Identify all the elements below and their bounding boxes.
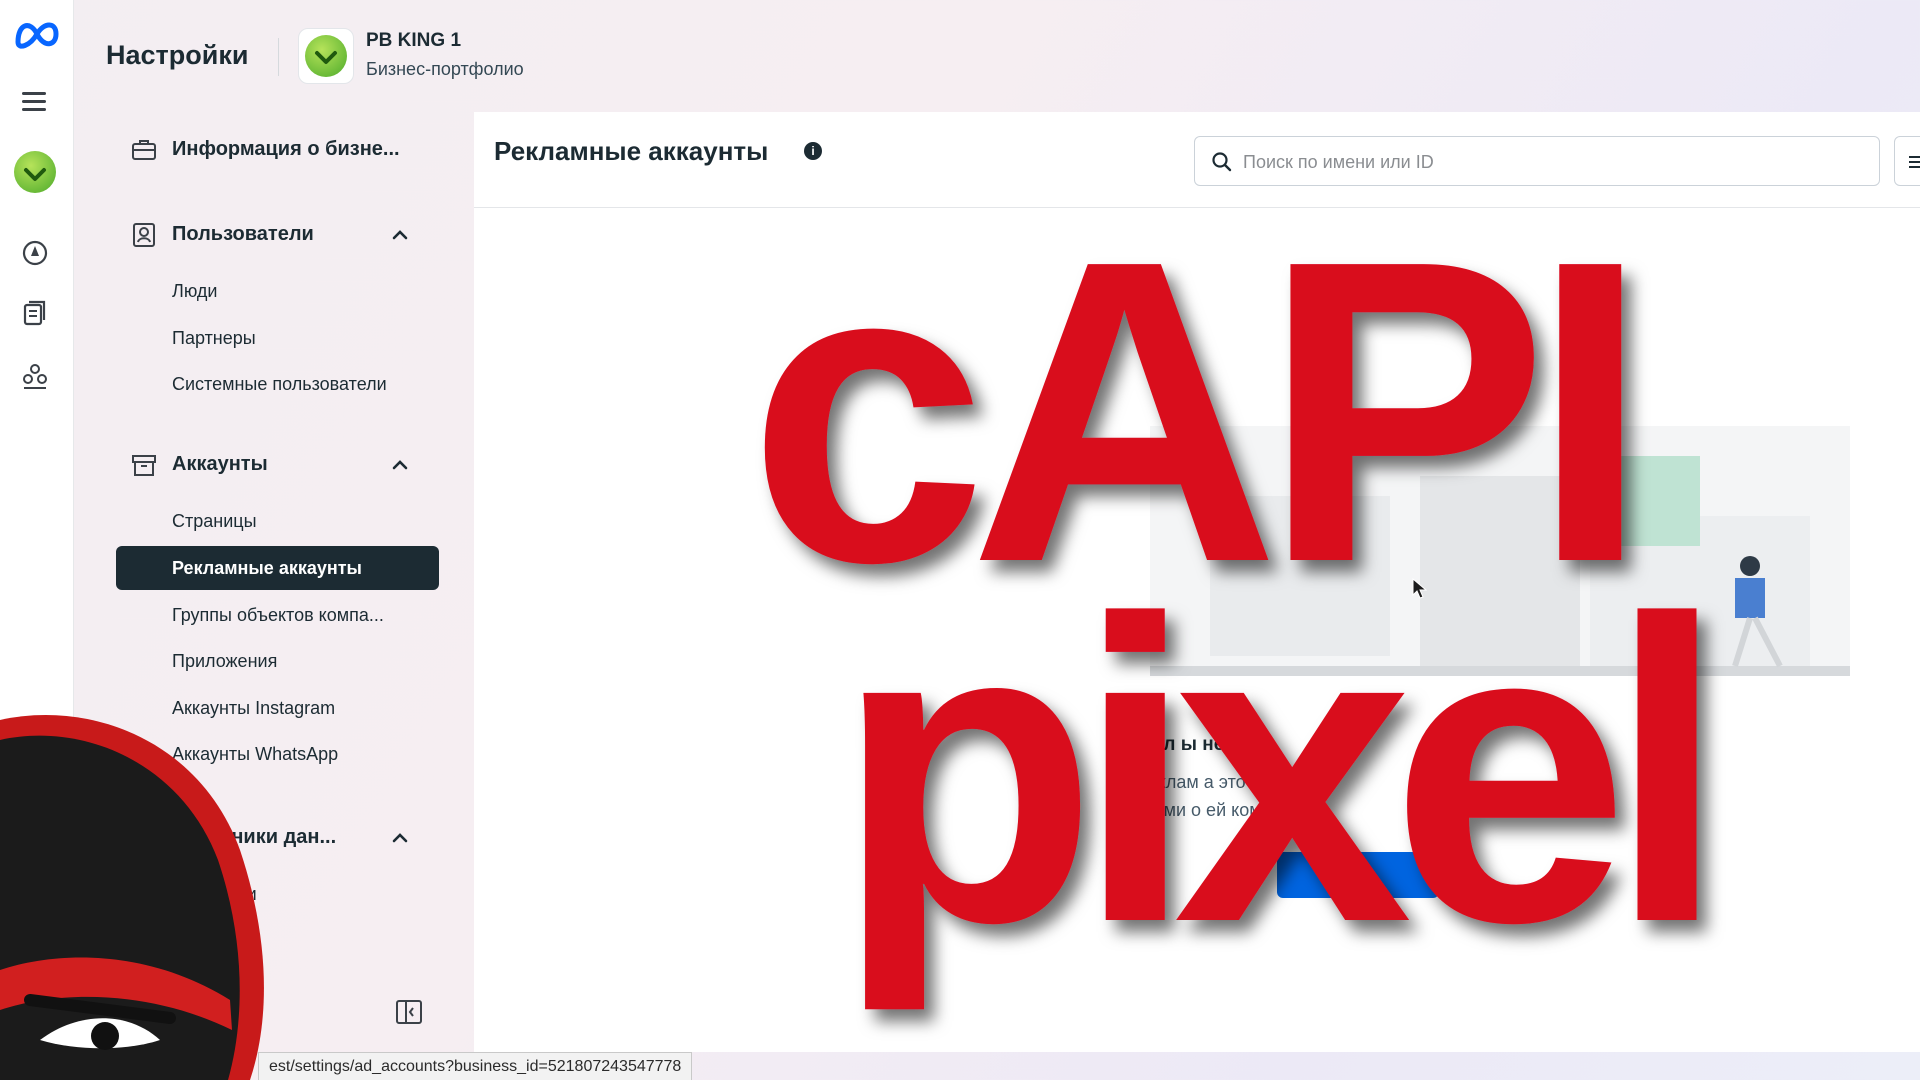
collapse-sidebar-icon[interactable] <box>394 998 424 1026</box>
nav-section-accounts[interactable]: Аккаунты <box>106 445 446 485</box>
nav-item-label: Люди <box>172 281 218 301</box>
filter-icon <box>1909 156 1920 168</box>
add-ad-account-button[interactable]: + ь <box>1277 852 1439 898</box>
nav-item-partners[interactable]: Партнеры <box>116 316 439 360</box>
nav-item-label: Группы объектов компа... <box>172 605 384 625</box>
pages-icon[interactable] <box>20 298 50 328</box>
nav-section-accounts-label: Аккаунты <box>172 453 268 475</box>
nav-item-people[interactable]: Люди <box>116 269 439 313</box>
info-icon[interactable]: i <box>804 142 822 160</box>
nav-section-users[interactable]: Пользователи <box>106 215 446 255</box>
nav-item-pages[interactable]: Страницы <box>116 499 439 543</box>
nav-item-ad-accounts[interactable]: Рекламные аккаунты <box>116 546 439 590</box>
main-header: Рекламные аккаунты i <box>474 112 1920 208</box>
compass-icon[interactable] <box>20 238 50 268</box>
meta-logo-icon[interactable] <box>12 16 62 52</box>
empty-state-title: Рекл ы не д ы <box>1130 734 1264 755</box>
nav-item-label: Системные пользователи <box>172 374 387 394</box>
header-divider <box>278 38 279 76</box>
nav-item-asset-groups[interactable]: Группы объектов компа... <box>116 593 439 637</box>
nav-item-apps[interactable]: Приложения <box>116 639 439 683</box>
business-avatar-icon[interactable] <box>14 151 56 193</box>
business-name[interactable]: PB KING 1 <box>366 30 461 52</box>
nav-item-label: Рекламные аккаунты <box>172 558 362 578</box>
people-group-icon[interactable] <box>20 360 50 390</box>
nav-item-label: Партнеры <box>172 328 256 348</box>
business-logo-icon <box>305 35 347 77</box>
chevron-up-icon[interactable] <box>390 828 410 848</box>
users-id-icon <box>133 223 155 247</box>
nav-item-label: Страницы <box>172 511 257 531</box>
nav-business-info-label: Информация о бизне... <box>172 138 400 160</box>
filter-button[interactable] <box>1894 136 1920 186</box>
empty-state-description: те реклам а это биз ть всеми о ей компа <box>474 768 1920 824</box>
empty-state-illustration <box>1150 426 1850 676</box>
search-icon <box>1212 152 1232 172</box>
nav-item-label: Приложения <box>172 651 278 671</box>
menu-icon[interactable] <box>22 92 46 112</box>
mouse-cursor-icon <box>1412 578 1428 599</box>
briefcase-icon <box>132 140 156 160</box>
chevron-up-icon[interactable] <box>390 225 410 245</box>
nav-item-system-users[interactable]: Системные пользователи <box>116 362 439 406</box>
search-box[interactable] <box>1194 136 1880 186</box>
nav-business-info[interactable]: Информация о бизне... <box>106 130 446 170</box>
empty-state-desc-line-1: те реклам а это биз <box>1114 772 1280 792</box>
status-url-bar: est/settings/ad_accounts?business_id=521… <box>258 1052 693 1080</box>
empty-state-desc-line-2: ть всеми о ей компа <box>1112 800 1282 820</box>
chevron-up-icon[interactable] <box>390 455 410 475</box>
page-title: Настройки <box>106 40 249 70</box>
ninja-mascot-icon <box>0 715 264 1080</box>
archive-box-icon <box>132 455 156 476</box>
business-type: Бизнес-портфолио <box>366 59 524 79</box>
main-title: Рекламные аккаунты <box>494 136 769 166</box>
main-panel: Рекламные аккаунты i Рекл ы не д <box>474 112 1920 1052</box>
nav-section-users-label: Пользователи <box>172 223 314 245</box>
business-logo[interactable] <box>298 28 354 84</box>
search-input[interactable] <box>1243 147 1843 177</box>
